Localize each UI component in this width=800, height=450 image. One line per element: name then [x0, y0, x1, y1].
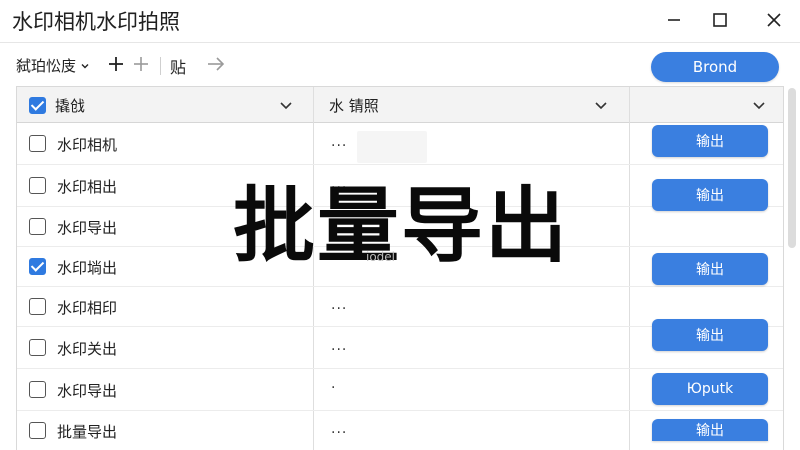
sort-action-button[interactable] — [746, 92, 772, 118]
scrollbar[interactable] — [788, 88, 796, 248]
row-detail[interactable]: ... — [331, 297, 347, 313]
export-button[interactable]: 输出 — [652, 419, 768, 441]
row-name: 水印埫出 — [57, 259, 118, 277]
add-disabled-button[interactable] — [129, 51, 153, 77]
view-dropdown-label: 弑珀忪庋 — [16, 57, 77, 75]
sort-name-button[interactable] — [273, 92, 299, 118]
column-header-name[interactable]: 撬戗 — [55, 87, 85, 123]
title-bar: 水印相机水印拍照 — [0, 0, 800, 42]
export-button[interactable]: 输出 — [652, 179, 768, 211]
toolbar: 弑珀忪庋 贴 Brond — [0, 42, 800, 86]
toolbar-divider — [160, 57, 161, 75]
chevron-down-icon — [280, 102, 292, 110]
row-checkbox[interactable] — [29, 218, 46, 235]
table-header: 撬戗 水 锖照 — [17, 87, 783, 123]
export-button[interactable]: 输出 — [652, 125, 768, 157]
column-header-watermark[interactable]: 水 锖照 — [329, 87, 379, 123]
select-all-checkbox-wrap — [29, 87, 46, 123]
row-name: 水印导出 — [57, 382, 118, 400]
row-name: 水印关出 — [57, 340, 118, 358]
window-title: 水印相机水印拍照 — [12, 10, 180, 34]
maximize-icon — [713, 13, 727, 27]
row-checkbox[interactable] — [29, 177, 46, 194]
paste-button[interactable]: 贴 — [170, 54, 186, 78]
row-checkbox[interactable] — [29, 258, 46, 275]
row-detail[interactable]: ... — [331, 421, 347, 437]
row-checkbox[interactable] — [29, 339, 46, 356]
row-detail[interactable]: ... — [331, 134, 347, 150]
arrow-right-icon — [208, 57, 225, 71]
sort-watermark-button[interactable] — [588, 92, 614, 118]
row-name: 水印相印 — [57, 299, 118, 317]
forward-button[interactable] — [204, 51, 228, 77]
maximize-button[interactable] — [700, 6, 740, 34]
minimize-button[interactable] — [654, 6, 694, 34]
row-checkbox[interactable] — [29, 422, 46, 439]
row-detail[interactable]: · — [331, 380, 336, 396]
thumbnail-placeholder — [357, 131, 427, 163]
row-detail[interactable]: ... — [331, 338, 347, 354]
row-name: 水印导出 — [57, 219, 118, 237]
row-name: 水印相机 — [57, 136, 118, 154]
add-button[interactable] — [104, 51, 128, 77]
row-checkbox[interactable] — [29, 135, 46, 152]
chevron-down-icon — [81, 63, 89, 68]
export-button[interactable]: Юputk — [652, 373, 768, 405]
view-dropdown[interactable]: 弑珀忪庋 — [16, 55, 90, 76]
close-button[interactable] — [754, 6, 794, 34]
plus-icon — [134, 57, 148, 71]
plus-icon — [109, 57, 123, 71]
chevron-down-icon — [753, 102, 765, 110]
select-all-checkbox[interactable] — [29, 96, 46, 114]
minimize-icon — [668, 19, 680, 21]
chevron-down-icon — [595, 102, 607, 110]
row-checkbox[interactable] — [29, 298, 46, 315]
overlay-title: 批量导出 — [233, 179, 570, 274]
brand-button[interactable]: Brond — [651, 52, 779, 82]
row-checkbox[interactable] — [29, 381, 46, 398]
export-button[interactable]: 输出 — [652, 253, 768, 285]
ghost-text: iodel — [366, 250, 396, 264]
row-name: 批量导出 — [57, 423, 118, 441]
row-name: 水印相出 — [57, 178, 118, 196]
export-button[interactable]: 输出 — [652, 319, 768, 351]
close-icon — [767, 13, 781, 27]
